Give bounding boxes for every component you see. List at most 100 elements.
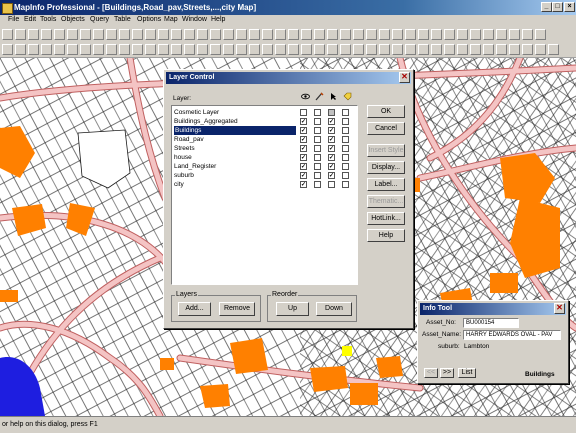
text-icon[interactable] bbox=[262, 44, 273, 55]
polygon-draw-icon[interactable] bbox=[223, 44, 234, 55]
layer-editable-checkbox[interactable] bbox=[314, 154, 321, 161]
polygon-icon[interactable] bbox=[405, 44, 416, 55]
ellipse-icon[interactable] bbox=[236, 44, 247, 55]
layer-labels-checkbox[interactable] bbox=[342, 145, 349, 152]
rectangle-icon[interactable] bbox=[249, 44, 260, 55]
legend-icon[interactable] bbox=[197, 29, 208, 40]
thematic-button[interactable]: Thematic... bbox=[367, 195, 405, 208]
zoom-in-icon[interactable] bbox=[93, 44, 104, 55]
layer-control-icon[interactable] bbox=[405, 29, 416, 40]
layer-visible-checkbox[interactable]: ✓ bbox=[300, 172, 307, 179]
new-icon[interactable] bbox=[236, 29, 247, 40]
change-view-icon[interactable] bbox=[119, 44, 130, 55]
layer-control-icon[interactable] bbox=[171, 29, 182, 40]
menu-file[interactable]: File bbox=[8, 16, 19, 23]
zoom-out-icon[interactable] bbox=[470, 44, 481, 55]
print-icon[interactable] bbox=[509, 29, 520, 40]
menu-objects[interactable]: Objects bbox=[61, 16, 85, 23]
layer-selectable-checkbox[interactable]: ✓ bbox=[328, 118, 335, 125]
close-icon[interactable]: × bbox=[564, 2, 575, 12]
layer-selectable-checkbox[interactable]: ✓ bbox=[328, 163, 335, 170]
region-style-icon[interactable] bbox=[340, 44, 351, 55]
copy-icon[interactable] bbox=[301, 29, 312, 40]
map-icon[interactable] bbox=[119, 29, 130, 40]
ok-button[interactable]: OK bbox=[367, 105, 405, 118]
layer-editable-checkbox[interactable] bbox=[314, 181, 321, 188]
drag-icon[interactable] bbox=[171, 44, 182, 55]
close-icon[interactable]: ✕ bbox=[399, 72, 410, 83]
cancel-button[interactable]: Cancel bbox=[367, 122, 405, 135]
layout-icon[interactable] bbox=[145, 29, 156, 40]
cut-icon[interactable] bbox=[54, 29, 65, 40]
layer-visible-checkbox[interactable]: ✓ bbox=[300, 145, 307, 152]
menu-tools[interactable]: Tools bbox=[40, 16, 56, 23]
layer-visible-checkbox[interactable]: ✓ bbox=[300, 181, 307, 188]
layer-editable-checkbox[interactable] bbox=[314, 172, 321, 179]
cut-icon[interactable] bbox=[288, 29, 299, 40]
layout-icon[interactable] bbox=[379, 29, 390, 40]
menu-help[interactable]: Help bbox=[211, 16, 225, 23]
legend-icon[interactable] bbox=[431, 29, 442, 40]
save-icon[interactable] bbox=[262, 29, 273, 40]
layer-editable-checkbox[interactable] bbox=[314, 127, 321, 134]
layer-labels-checkbox[interactable] bbox=[342, 163, 349, 170]
next-record-button[interactable]: >> bbox=[440, 368, 454, 378]
label-icon[interactable] bbox=[158, 44, 169, 55]
arc-icon[interactable] bbox=[210, 44, 221, 55]
layer-labels-checkbox[interactable] bbox=[342, 109, 349, 116]
layer-editable-checkbox[interactable] bbox=[314, 118, 321, 125]
print-icon[interactable] bbox=[41, 29, 52, 40]
grabber-icon[interactable] bbox=[496, 44, 507, 55]
boundary-icon[interactable] bbox=[54, 44, 65, 55]
select-icon[interactable] bbox=[366, 44, 377, 55]
help-icon[interactable] bbox=[457, 29, 468, 40]
layer-labels-checkbox[interactable] bbox=[342, 127, 349, 134]
info-icon[interactable] bbox=[509, 44, 520, 55]
hotlink-button[interactable]: HotLink... bbox=[367, 212, 405, 225]
text-style-icon[interactable] bbox=[353, 44, 364, 55]
frame-icon[interactable] bbox=[275, 44, 286, 55]
layer-visible-checkbox[interactable]: ✓ bbox=[300, 163, 307, 170]
save-icon[interactable] bbox=[496, 29, 507, 40]
ruler-icon[interactable] bbox=[418, 29, 429, 40]
menu-edit[interactable]: Edit bbox=[24, 16, 36, 23]
layer-selectable-checkbox[interactable]: ✓ bbox=[328, 136, 335, 143]
redistrict-icon[interactable] bbox=[392, 29, 403, 40]
add-node-icon[interactable] bbox=[301, 44, 312, 55]
redistrict-icon[interactable] bbox=[158, 29, 169, 40]
marquee-icon[interactable] bbox=[379, 44, 390, 55]
asset-name-field[interactable]: HARRY EDWARDS OVAL - PAV bbox=[463, 330, 561, 340]
graph-icon[interactable] bbox=[366, 29, 377, 40]
paste-icon[interactable] bbox=[314, 29, 325, 40]
open-icon[interactable] bbox=[15, 29, 26, 40]
radius-icon[interactable] bbox=[392, 44, 403, 55]
menu-table[interactable]: Table bbox=[114, 16, 131, 23]
list-button[interactable]: List bbox=[458, 368, 476, 378]
previous-record-button[interactable]: << bbox=[424, 368, 438, 378]
select-icon[interactable] bbox=[2, 44, 13, 55]
move-down-button[interactable]: Down bbox=[316, 302, 352, 316]
unselect-icon[interactable] bbox=[431, 44, 442, 55]
paste-icon[interactable] bbox=[80, 29, 91, 40]
layer-row[interactable]: city ✓ bbox=[172, 180, 355, 189]
remove-layer-button[interactable]: Remove bbox=[219, 302, 255, 316]
label-icon[interactable] bbox=[522, 44, 533, 55]
marquee-icon[interactable] bbox=[15, 44, 26, 55]
open-icon[interactable] bbox=[483, 29, 494, 40]
browse-icon[interactable] bbox=[340, 29, 351, 40]
reshape-icon[interactable] bbox=[288, 44, 299, 55]
layer-editable-checkbox[interactable] bbox=[314, 109, 321, 116]
new-icon[interactable] bbox=[2, 29, 13, 40]
layer-row[interactable]: house ✓ ✓ bbox=[172, 153, 355, 162]
add-layer-button[interactable]: Add... bbox=[178, 302, 211, 316]
layer-labels-checkbox[interactable] bbox=[342, 118, 349, 125]
minimize-icon[interactable]: _ bbox=[541, 2, 552, 12]
asset-no-field[interactable]: BU000154 bbox=[463, 318, 519, 328]
cut-icon[interactable] bbox=[522, 29, 533, 40]
line-icon[interactable] bbox=[548, 44, 559, 55]
undo-icon[interactable] bbox=[93, 29, 104, 40]
layer-labels-checkbox[interactable] bbox=[342, 154, 349, 161]
layer-row[interactable]: Land_Register ✓ ✓ bbox=[172, 162, 355, 171]
new-icon[interactable] bbox=[470, 29, 481, 40]
layer-row[interactable]: Cosmetic Layer bbox=[172, 108, 355, 117]
